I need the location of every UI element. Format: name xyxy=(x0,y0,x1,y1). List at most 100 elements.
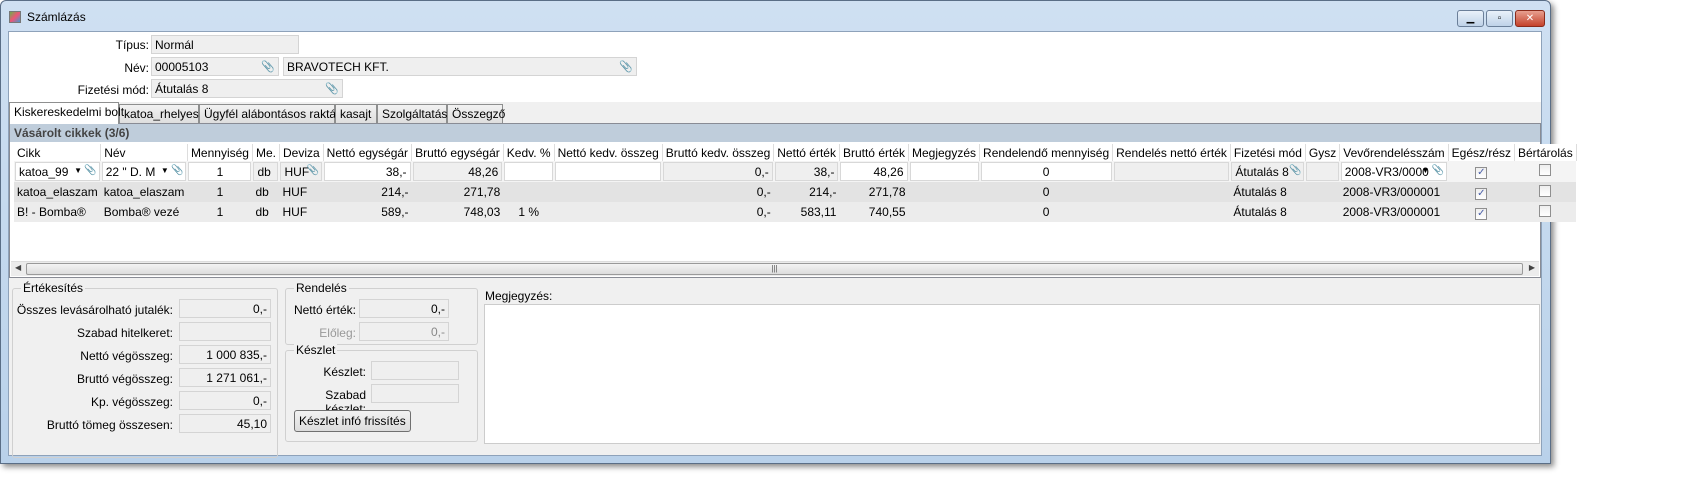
editor-mennyiseg[interactable]: 1 xyxy=(188,162,252,181)
cell-deviza[interactable]: HUF xyxy=(279,202,324,222)
cell-deviza[interactable]: HUF 📎 xyxy=(279,161,324,182)
cell-fizetesi-mod[interactable]: Átutalás 8 xyxy=(1230,202,1306,222)
column-header[interactable]: Rendelendő mennyiség xyxy=(979,144,1114,161)
scroll-left-arrow-icon[interactable]: ◀ xyxy=(15,263,21,272)
column-header[interactable]: Nettó kedv. összeg xyxy=(554,144,663,161)
cell-egesz[interactable]: ✓ xyxy=(1448,202,1515,222)
cell-brutto-ertek[interactable]: 48,26 xyxy=(839,161,909,182)
paperclip-icon[interactable]: 📎 xyxy=(307,165,319,176)
paperclip-icon[interactable]: 📎 xyxy=(619,60,633,73)
cell-brutto-egysegar[interactable]: 271,78 xyxy=(411,182,504,202)
cell-rendelendo[interactable]: 0 xyxy=(979,182,1113,202)
editor-brutto-ertek[interactable]: 48,26 xyxy=(840,162,908,181)
cell-netto-kedv[interactable] xyxy=(554,161,663,182)
cell-kedv[interactable] xyxy=(503,182,555,202)
paperclip-icon[interactable]: 📎 xyxy=(171,165,183,176)
cell-netto-egysegar[interactable]: 589,- xyxy=(323,202,412,222)
dropdown-arrow-icon[interactable]: ▼ xyxy=(1422,166,1432,175)
cell-cikk[interactable]: katoa_99 ▼ 📎 xyxy=(14,161,101,182)
editor-megjegyzes[interactable] xyxy=(909,162,979,181)
column-header[interactable]: Vevőrendelésszám xyxy=(1339,144,1449,161)
cell-egesz[interactable]: ✓ xyxy=(1448,182,1515,202)
paperclip-icon[interactable]: 📎 xyxy=(1289,165,1301,176)
cell-bertarolas[interactable] xyxy=(1514,182,1577,202)
rendeles-netto-field[interactable]: 0,- xyxy=(359,299,449,318)
cell-netto-egysegar[interactable]: 214,- xyxy=(323,182,412,202)
column-header[interactable]: Bruttó érték xyxy=(839,144,910,161)
table-row[interactable]: B! - Bomba® Bomba® vezé 1 db HUF 589,- 748,03 1… xyxy=(14,202,1577,222)
keszlet-info-refresh-button[interactable]: Készlet infó frissítés xyxy=(294,410,411,432)
egesz-resz-checkbox[interactable]: ✓ xyxy=(1475,187,1488,200)
tab-ugyfel-alabontasos-raktar[interactable]: Ügyfél alábontásos raktár xyxy=(199,104,340,123)
column-header[interactable]: Nettó egységár xyxy=(323,144,413,161)
dropdown-arrow-icon[interactable]: ▼ xyxy=(74,166,84,175)
megjegyzes-textarea[interactable] xyxy=(484,304,1540,444)
egesz-resz-checkbox[interactable]: ✓ xyxy=(1475,207,1488,220)
cell-rendeles-netto[interactable] xyxy=(1112,202,1231,222)
paperclip-icon[interactable]: 📎 xyxy=(261,60,275,73)
column-header[interactable]: Cikk xyxy=(14,144,102,161)
cell-megjegyzes[interactable] xyxy=(908,202,980,222)
column-header[interactable]: Nettó érték xyxy=(773,144,840,161)
cell-nev[interactable]: katoa_elaszam xyxy=(100,182,188,202)
editor-rendeles-netto[interactable] xyxy=(1113,162,1230,181)
cell-gysz[interactable] xyxy=(1305,161,1340,182)
cell-fizetesi-mod[interactable]: Átutalás 8 xyxy=(1230,182,1306,202)
column-header[interactable]: Bértárolás xyxy=(1514,144,1577,161)
editor-cikk[interactable]: katoa_99 ▼ 📎 xyxy=(15,162,100,181)
cell-netto-ertek[interactable]: 583,11 xyxy=(773,202,840,222)
cell-cikk[interactable]: katoa_elaszam xyxy=(14,182,101,202)
scrollbar-thumb[interactable]: ||| xyxy=(26,263,1523,275)
editor-netto-ertek[interactable]: 38,- xyxy=(774,162,839,181)
column-header[interactable]: Gysz xyxy=(1305,144,1341,161)
maximize-button[interactable]: ▫ xyxy=(1486,10,1513,27)
editor-deviza[interactable]: HUF 📎 xyxy=(280,162,323,181)
cell-fizetesi-mod[interactable]: Átutalás 8 📎 xyxy=(1230,161,1306,182)
editor-me[interactable]: db xyxy=(253,162,279,181)
column-header[interactable]: Fizetési mód xyxy=(1230,144,1306,161)
close-button[interactable]: ✕ xyxy=(1515,10,1545,27)
dropdown-arrow-icon[interactable]: ▼ xyxy=(161,166,171,175)
cell-netto-kedv[interactable] xyxy=(554,182,663,202)
column-header[interactable]: Megjegyzés xyxy=(908,144,981,161)
cell-rendelendo[interactable]: 0 xyxy=(979,202,1113,222)
tab-katoa-rhelyes[interactable]: katoa_rhelyes xyxy=(119,104,199,123)
tab-osszegzo[interactable]: Összegző xyxy=(447,104,505,123)
fizetesi-field[interactable]: Átutalás 8 📎 xyxy=(151,79,343,98)
cell-brutto-ertek[interactable]: 271,78 xyxy=(839,182,909,202)
editor-netto-egysegar[interactable]: 38,- xyxy=(324,162,411,181)
cell-mennyiseg[interactable]: 1 xyxy=(187,202,253,222)
scroll-right-arrow-icon[interactable]: ▶ xyxy=(1529,263,1535,272)
editor-gysz[interactable] xyxy=(1306,162,1339,181)
cell-kedv[interactable]: 1 % xyxy=(503,202,555,222)
egesz-resz-checkbox[interactable]: ✓ xyxy=(1475,167,1488,179)
editor-nev[interactable]: 22 " D. M ▼ 📎 xyxy=(101,162,187,181)
nev-code-field[interactable]: 00005103 📎 xyxy=(151,57,279,76)
tab-kasajt[interactable]: kasajt xyxy=(335,104,377,123)
nev-name-field[interactable]: BRAVOTECH KFT. 📎 xyxy=(283,57,637,76)
tab-kiskereskedelmi-bolt[interactable]: Kiskereskedelmi bolt xyxy=(9,102,124,124)
paperclip-icon[interactable]: 📎 xyxy=(325,82,339,95)
cell-mennyiseg[interactable]: 1 xyxy=(187,182,253,202)
cell-vevorendeles[interactable]: 2008-VR3/000001 xyxy=(1339,202,1449,222)
cell-brutto-kedv[interactable]: 0,- xyxy=(662,161,774,182)
cell-bertarolas[interactable] xyxy=(1514,202,1577,222)
column-header[interactable]: Egész/rész xyxy=(1448,144,1516,161)
cell-nev[interactable]: Bomba® vezé xyxy=(100,202,188,222)
column-header[interactable]: Név xyxy=(100,144,188,161)
cell-gysz[interactable] xyxy=(1305,182,1340,202)
horizontal-scrollbar[interactable]: ◀ ||| ▶ xyxy=(11,261,1539,276)
cell-brutto-egysegar[interactable]: 48,26 xyxy=(411,161,504,182)
cell-brutto-ertek[interactable]: 740,55 xyxy=(839,202,909,222)
bertarolas-checkbox[interactable] xyxy=(1539,164,1552,176)
cell-me[interactable]: db xyxy=(252,161,280,182)
cell-egesz[interactable]: ✓ xyxy=(1448,161,1515,182)
cell-brutto-kedv[interactable]: 0,- xyxy=(662,202,774,222)
cell-brutto-kedv[interactable]: 0,- xyxy=(662,182,774,202)
cell-vevorendeles[interactable]: 2008-VR3/000001 xyxy=(1339,182,1449,202)
cell-bertarolas[interactable] xyxy=(1514,161,1577,182)
column-header[interactable]: Deviza xyxy=(279,144,324,161)
cell-mennyiseg[interactable]: 1 xyxy=(187,161,253,182)
cell-brutto-egysegar[interactable]: 748,03 xyxy=(411,202,504,222)
editor-kedv[interactable] xyxy=(504,162,554,181)
